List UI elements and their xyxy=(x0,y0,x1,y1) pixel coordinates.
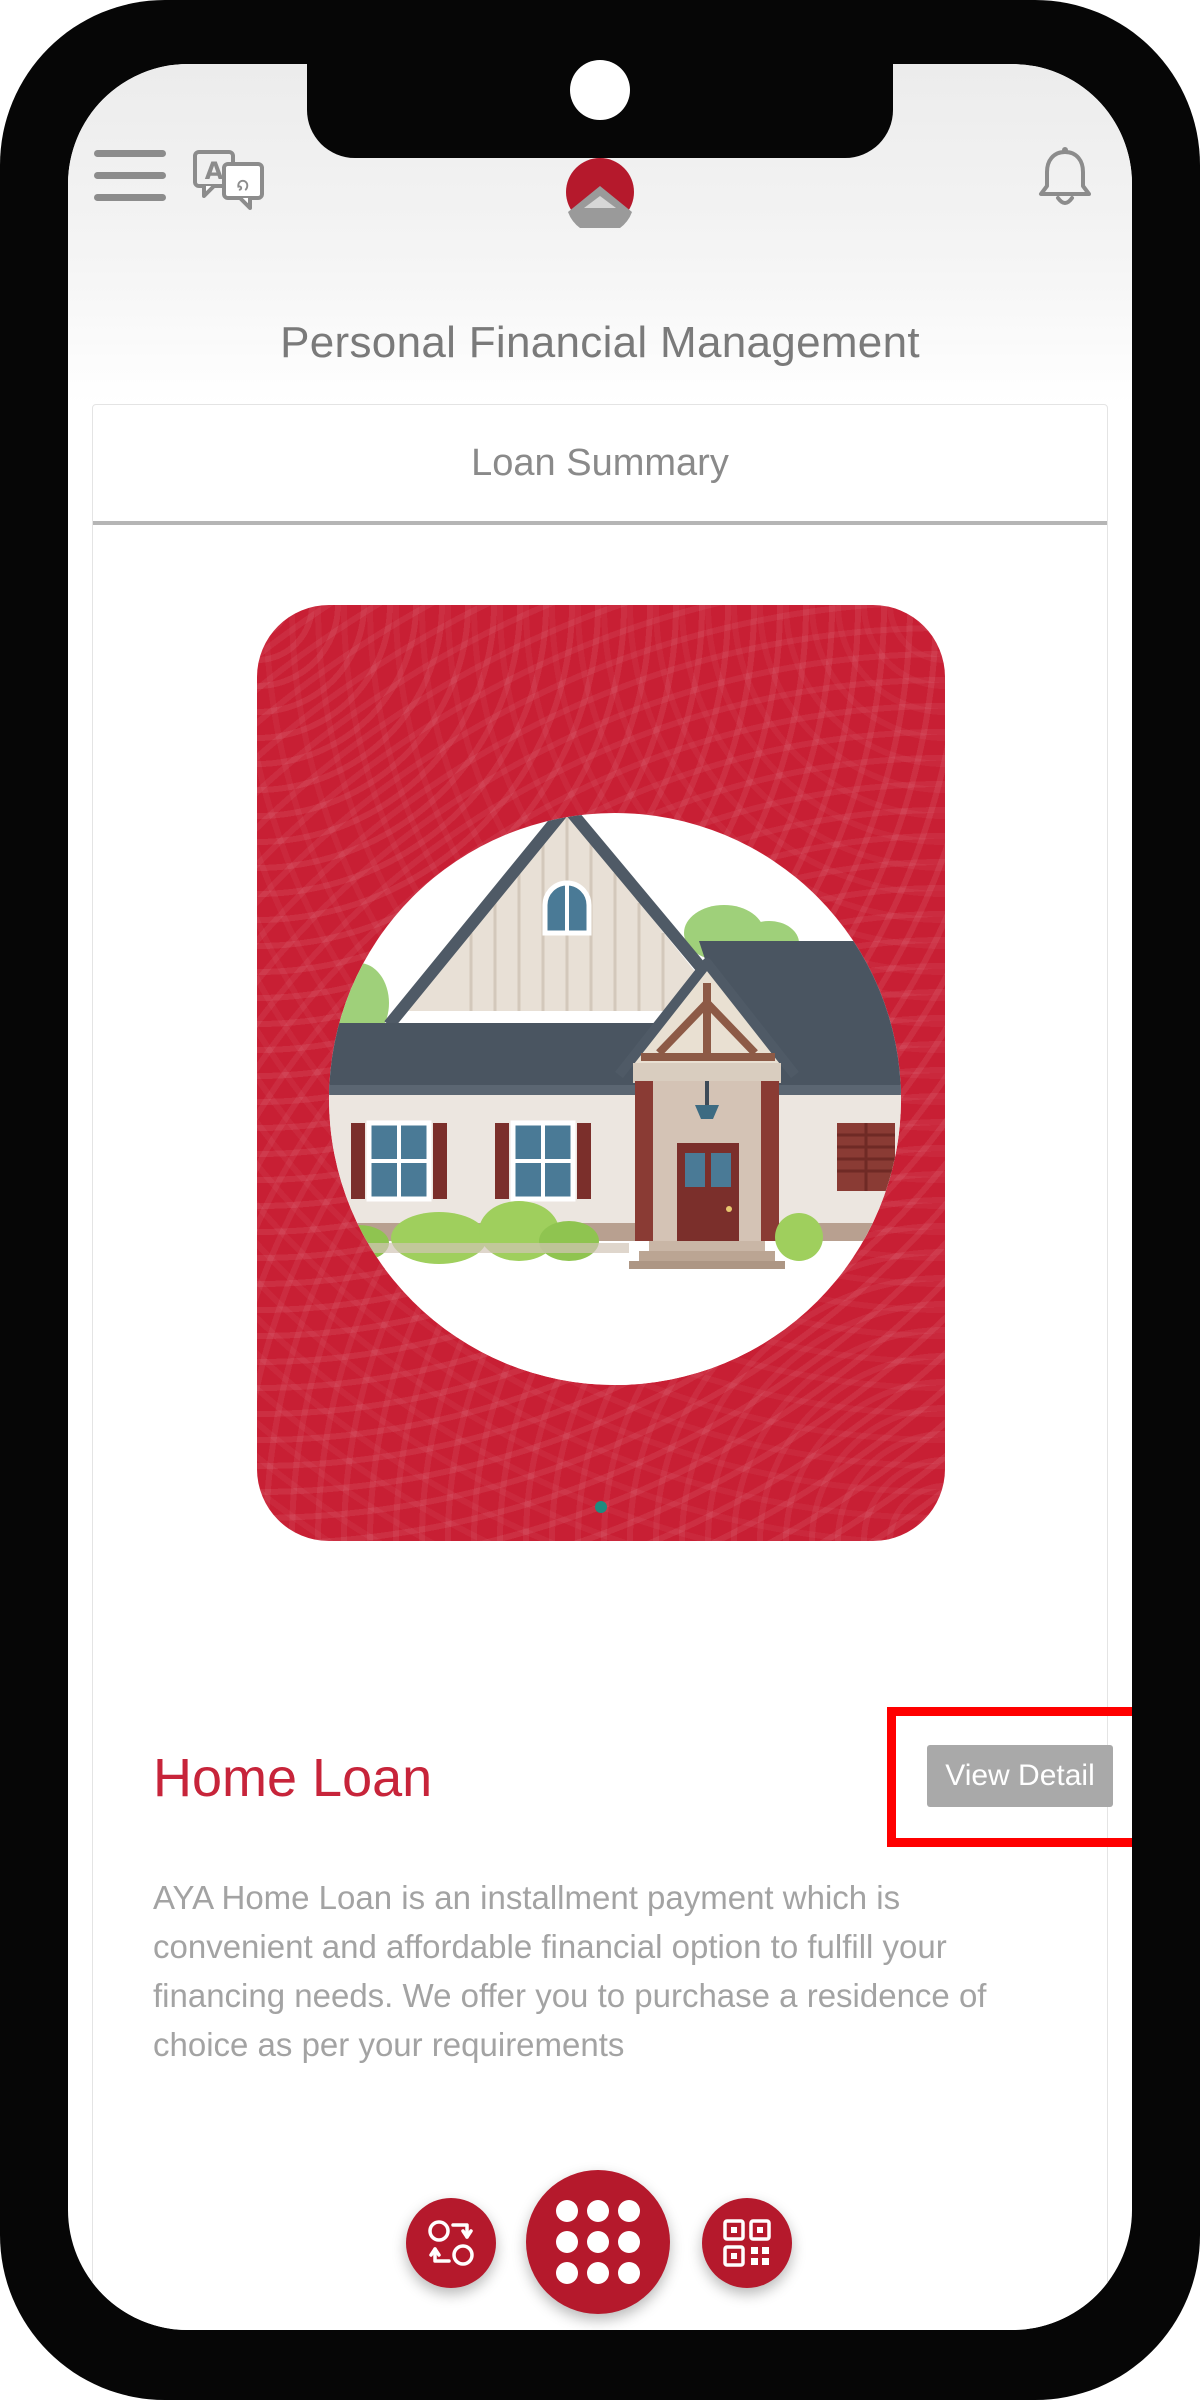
hamburger-menu-icon[interactable] xyxy=(94,150,166,202)
brand-logo xyxy=(562,156,638,235)
house-illustration xyxy=(329,813,901,1385)
app-screen: A ၵ Personal Financial Management ......… xyxy=(68,64,1132,2330)
carousel-indicator-dot[interactable] xyxy=(595,1501,607,1513)
qr-code-icon xyxy=(723,2219,771,2267)
translate-icon[interactable]: A ၵ xyxy=(192,148,266,212)
loan-description: AYA Home Loan is an installment payment … xyxy=(153,1879,987,2063)
bell-icon[interactable] xyxy=(1036,146,1094,210)
currency-exchange-icon xyxy=(428,2220,474,2266)
loan-carousel-slide[interactable] xyxy=(257,605,945,1541)
qr-code-button[interactable] xyxy=(702,2198,792,2288)
apps-menu-button[interactable] xyxy=(526,2170,670,2314)
loan-summary-card: Loan Summary Home Loan View Detail AYA H… xyxy=(92,404,1132,2330)
loan-title: Home Loan xyxy=(153,1748,433,1808)
view-detail-button[interactable]: View Detail xyxy=(927,1745,1113,1807)
tab-loan-summary[interactable]: Loan Summary xyxy=(93,405,1107,525)
svg-text:A: A xyxy=(205,157,224,185)
page-title: Personal Financial Management xyxy=(280,318,920,367)
currency-exchange-button[interactable] xyxy=(406,2198,496,2288)
svg-text:ၵ: ၵ xyxy=(237,171,249,196)
apps-grid-icon xyxy=(556,2200,640,2284)
front-camera xyxy=(570,60,630,120)
